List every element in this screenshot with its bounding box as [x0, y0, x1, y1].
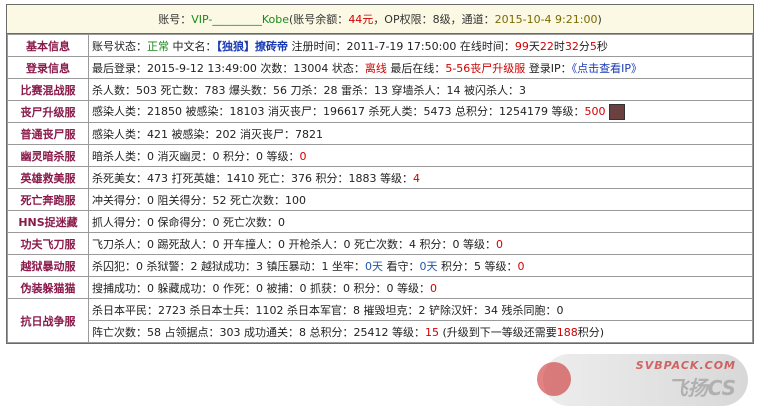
- row-jailbreak: 越狱暴动服 杀囚犯：0 杀狱警：2 越狱成功：3 镇压暴动：1 坐牢：0天 看守…: [7, 254, 753, 277]
- level-value: 0: [429, 281, 437, 295]
- text: 积分：5 等级：: [437, 259, 518, 273]
- text: 最后登录：2015-9-12 13:49:00 次数：13004 状态：: [92, 61, 365, 75]
- chinese-name: 【独狼】撩砖帝: [216, 39, 289, 53]
- account-status: 正常: [147, 39, 169, 53]
- row-anti-japan-war: 抗日战争服 杀日本平民：2723 杀日本士兵：1102 杀日本军官：8 摧毁坦克…: [7, 298, 753, 343]
- online-seconds: 5: [589, 39, 597, 53]
- op-level: 8级: [432, 13, 451, 26]
- balance-label: (账号余额：: [289, 13, 349, 26]
- op-label: ，OP权限：: [373, 13, 433, 26]
- level-value: 0: [495, 237, 503, 251]
- row-content: 暗杀人类：0 消灭幽灵：0 积分：0 等级：0: [88, 144, 753, 167]
- row-header: 幽灵暗杀服: [7, 144, 89, 167]
- guard-days: 0天: [419, 259, 438, 273]
- row-content: 杀日本平民：2723 杀日本士兵：1102 杀日本军官：8 摧毁坦克：2 铲除汉…: [88, 298, 753, 321]
- row-content: 账号状态：正常 中文名：【独狼】撩砖帝 注册时间：2011-7-19 17:50…: [88, 34, 753, 57]
- login-status: 离线: [364, 61, 387, 75]
- text: 注册时间：2011-7-19 17:50:00 在线时间：: [288, 39, 515, 53]
- account-id: VIP-_________Kobe: [191, 12, 290, 26]
- row-content: 最后登录：2015-9-12 13:49:00 次数：13004 状态：离线 最…: [88, 56, 753, 79]
- text: 分: [578, 39, 590, 53]
- row-header: 普通丧尸服: [7, 122, 89, 145]
- text: 搜捕成功：0 躲藏成功：0 作死：0 被捕：0 抓获：0 积分：0 等级：: [92, 281, 430, 295]
- row-header: 死亡奔跑服: [7, 188, 89, 211]
- channel-value: 2015-10-4 9:21:00: [494, 12, 598, 26]
- row-header: 越狱暴动服: [7, 254, 89, 277]
- row-header: 丧尸升级服: [7, 100, 89, 123]
- points-needed: 188: [556, 325, 578, 339]
- row-content: 杀人数：503 死亡数：783 爆头数：56 刀杀：28 雷杀：13 穿墙杀人：…: [88, 78, 753, 101]
- text: 最后在线：: [386, 61, 446, 75]
- online-minutes: 32: [564, 39, 579, 53]
- row-hns: HNS捉迷藏 抓人得分：0 保命得分：0 死亡次数：0: [7, 210, 753, 233]
- player-info-panel: 账号： VIP-_________Kobe (账号余额： 44元 ，OP权限： …: [6, 4, 754, 344]
- account-balance: 44元: [348, 13, 374, 26]
- row-basic-info: 基本信息 账号状态：正常 中文名：【独狼】撩砖帝 注册时间：2011-7-19 …: [7, 34, 753, 57]
- row-ghost-assassin: 幽灵暗杀服 暗杀人类：0 消灭幽灵：0 积分：0 等级：0: [7, 144, 753, 167]
- text: 飞刀杀人：0 踢死敌人：0 开车撞人：0 开枪杀人：0 死亡次数：4 积分：0 …: [92, 237, 496, 251]
- text: 暗杀人类：0 消灭幽灵：0 积分：0 等级：: [92, 149, 300, 163]
- account-label: 账号：: [158, 13, 192, 26]
- row-content: 杀死美女：473 打死英雄：1410 死亡：376 积分：1883 等级：4: [88, 166, 753, 189]
- text: 秒: [596, 39, 608, 53]
- avatar-icon: [609, 104, 626, 120]
- last-server: 5-56丧尸升级服: [445, 61, 526, 75]
- text: 感染人类：21850 被感染：18103 消灭丧尸：196617 杀死人类：54…: [92, 105, 585, 118]
- row-prop-hunt: 伪装躲猫猫 搜捕成功：0 躲藏成功：0 作死：0 被捕：0 抓获：0 积分：0 …: [7, 276, 753, 299]
- row-hero-rescue: 英雄救美服 杀死美女：473 打死英雄：1410 死亡：376 积分：1883 …: [7, 166, 753, 189]
- watermark-text-2: 飞扬CS: [667, 376, 736, 400]
- text: 看守：: [382, 259, 420, 273]
- row-login-info: 登录信息 最后登录：2015-9-12 13:49:00 次数：13004 状态…: [7, 56, 753, 79]
- level-value: 0: [299, 149, 307, 163]
- text: 杀死美女：473 打死英雄：1410 死亡：376 积分：1883 等级：: [92, 171, 413, 185]
- text: (升级到下一等级还需要: [438, 325, 557, 339]
- watermark-badge-icon: [537, 362, 571, 396]
- level-value: 500: [584, 105, 606, 118]
- site-watermark-logo: SVBPACK.COM 飞扬CS: [537, 354, 748, 406]
- row-header: 比赛混战服: [7, 78, 89, 101]
- level-value: 15: [424, 325, 439, 339]
- row-zombie-normal: 普通丧尸服 感染人类：421 被感染：202 消灭丧尸：7821: [7, 122, 753, 145]
- row-header: 英雄救美服: [7, 166, 89, 189]
- row-content: 搜捕成功：0 躲藏成功：0 作死：0 被捕：0 抓获：0 积分：0 等级：0: [88, 276, 753, 299]
- row-content: 杀囚犯：0 杀狱警：2 越狱成功：3 镇压暴动：1 坐牢：0天 看守：0天 积分…: [88, 254, 753, 277]
- row-content: 阵亡次数：58 占领据点：303 成功通关：8 总积分：25412 等级：15 …: [88, 320, 753, 343]
- jail-days: 0天: [364, 259, 383, 273]
- text: 账号状态：: [92, 39, 147, 53]
- account-header: 账号： VIP-_________Kobe (账号余额： 44元 ，OP权限： …: [7, 5, 753, 34]
- view-ip-link[interactable]: 《点击查看IP》: [572, 62, 642, 75]
- row-kungfu-knife: 功夫飞刀服 飞刀杀人：0 踢死敌人：0 开车撞人：0 开枪杀人：0 死亡次数：4…: [7, 232, 753, 255]
- watermark-text-1: SVBPACK.COM: [635, 359, 736, 372]
- row-content: 飞刀杀人：0 踢死敌人：0 开车撞人：0 开枪杀人：0 死亡次数：4 积分：0 …: [88, 232, 753, 255]
- text: 积分): [577, 325, 605, 339]
- channel-label: ，通道：: [450, 13, 495, 26]
- row-death-run: 死亡奔跑服 冲关得分：0 阻关得分：52 死亡次数：100: [7, 188, 753, 211]
- text: 天: [528, 39, 540, 53]
- stats-table: 基本信息 账号状态：正常 中文名：【独狼】撩砖帝 注册时间：2011-7-19 …: [7, 34, 753, 343]
- text: 中文名：: [169, 39, 217, 53]
- level-value: 0: [517, 259, 525, 273]
- online-days: 99: [514, 39, 529, 53]
- text: 登录IP：: [525, 61, 572, 75]
- row-content: 冲关得分：0 阻关得分：52 死亡次数：100: [88, 188, 753, 211]
- row-header: 功夫飞刀服: [7, 232, 89, 255]
- level-value: 4: [412, 171, 420, 185]
- row-header: 登录信息: [7, 56, 89, 79]
- row-content: 抓人得分：0 保命得分：0 死亡次数：0: [88, 210, 753, 233]
- row-header: 伪装躲猫猫: [7, 276, 89, 299]
- row-header: HNS捉迷藏: [7, 210, 89, 233]
- text: 时: [553, 39, 565, 53]
- text: 杀囚犯：0 杀狱警：2 越狱成功：3 镇压暴动：1 坐牢：: [92, 259, 365, 273]
- row-content: 感染人类：21850 被感染：18103 消灭丧尸：196617 杀死人类：54…: [88, 100, 753, 123]
- row-content: 感染人类：421 被感染：202 消灭丧尸：7821: [88, 122, 753, 145]
- row-header: 基本信息: [7, 34, 89, 57]
- header-close-paren: ): [597, 12, 602, 26]
- row-header: 抗日战争服: [7, 298, 89, 343]
- row-competition: 比赛混战服 杀人数：503 死亡数：783 爆头数：56 刀杀：28 雷杀：13…: [7, 78, 753, 101]
- row-anti-japan-war-2: 阵亡次数：58 占领据点：303 成功通关：8 总积分：25412 等级：15 …: [8, 320, 753, 343]
- text: 阵亡次数：58 占领据点：303 成功通关：8 总积分：25412 等级：: [92, 325, 425, 339]
- online-hours: 22: [539, 39, 554, 53]
- row-zombie-upgrade: 丧尸升级服 感染人类：21850 被感染：18103 消灭丧尸：196617 杀…: [7, 100, 753, 123]
